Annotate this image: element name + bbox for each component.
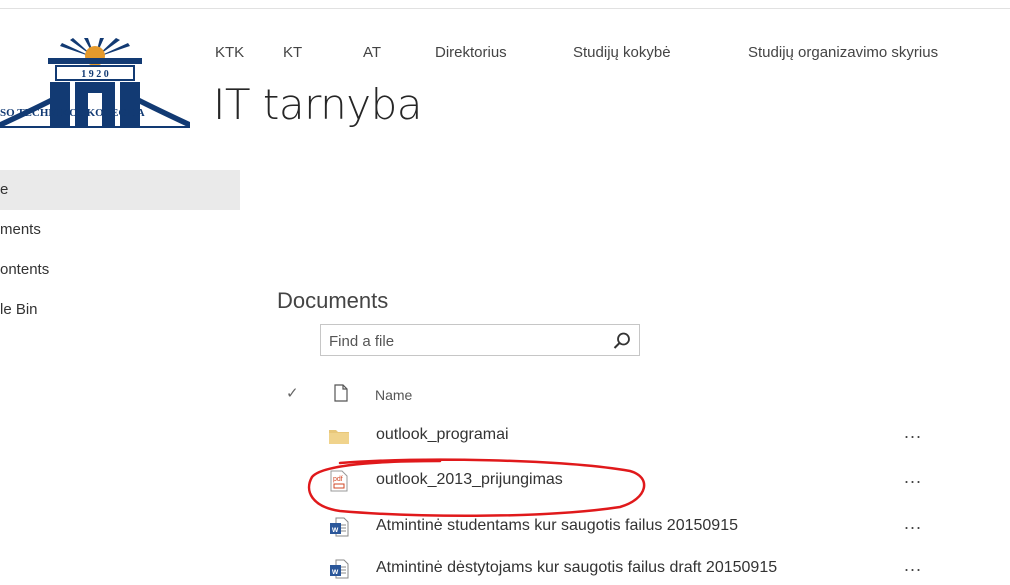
logo-text: SO TECHNIKOS KOLEGIJA <box>0 107 145 119</box>
document-type-icon <box>334 384 348 407</box>
logo-year: 1 9 2 0 <box>81 69 109 80</box>
list-item[interactable]: w Atmintinė dėstytojams kur saugotis fai… <box>280 553 960 585</box>
left-nav-item-documents[interactable]: ments <box>0 210 240 250</box>
more-options-button[interactable]: ... <box>904 513 922 534</box>
folder-icon <box>328 425 350 447</box>
left-nav-item-recycle-bin[interactable]: le Bin <box>0 290 240 330</box>
file-name[interactable]: Atmintinė dėstytojams kur saugotis failu… <box>376 559 777 577</box>
left-navigation: e ments ontents le Bin <box>0 170 240 330</box>
file-name[interactable]: outlook_programai <box>376 426 509 444</box>
site-title[interactable]: IT tarnyba <box>213 80 423 129</box>
left-nav-item-home[interactable]: e <box>0 170 240 210</box>
search-input[interactable] <box>329 331 599 351</box>
red-annotation-circle <box>307 458 646 518</box>
top-divider <box>0 8 1010 9</box>
nav-link-at[interactable]: AT <box>363 44 381 61</box>
svg-text:w: w <box>331 525 339 534</box>
nav-link-direktorius[interactable]: Direktorius <box>435 44 507 61</box>
more-options-button[interactable]: ... <box>904 422 922 443</box>
nav-link-kt[interactable]: KT <box>283 44 302 61</box>
list-item[interactable]: outlook_programai ... <box>280 420 960 452</box>
search-icon[interactable] <box>611 330 633 352</box>
more-options-button[interactable]: ... <box>904 467 922 488</box>
left-nav-item-site-contents[interactable]: ontents <box>0 250 240 290</box>
svg-text:w: w <box>331 567 339 576</box>
select-all-checkmark-icon[interactable]: ✓ <box>286 384 299 402</box>
word-icon: w <box>328 558 350 580</box>
nav-link-studiju-organizavimo-skyrius[interactable]: Studijų organizavimo skyrius <box>748 44 938 61</box>
left-nav-label: ontents <box>0 261 50 278</box>
column-header-name[interactable]: Name <box>375 387 412 403</box>
left-nav-label: le Bin <box>0 301 38 318</box>
documents-title[interactable]: Documents <box>277 288 388 314</box>
more-options-button[interactable]: ... <box>904 555 922 576</box>
left-nav-label: ments <box>0 221 41 238</box>
left-nav-label: e <box>0 181 9 198</box>
find-file-search <box>320 324 640 356</box>
nav-link-ktk[interactable]: KTK <box>215 44 244 61</box>
list-header: ✓ Name <box>280 382 960 408</box>
nav-link-studiju-kokybe[interactable]: Studijų kokybė <box>573 44 671 61</box>
